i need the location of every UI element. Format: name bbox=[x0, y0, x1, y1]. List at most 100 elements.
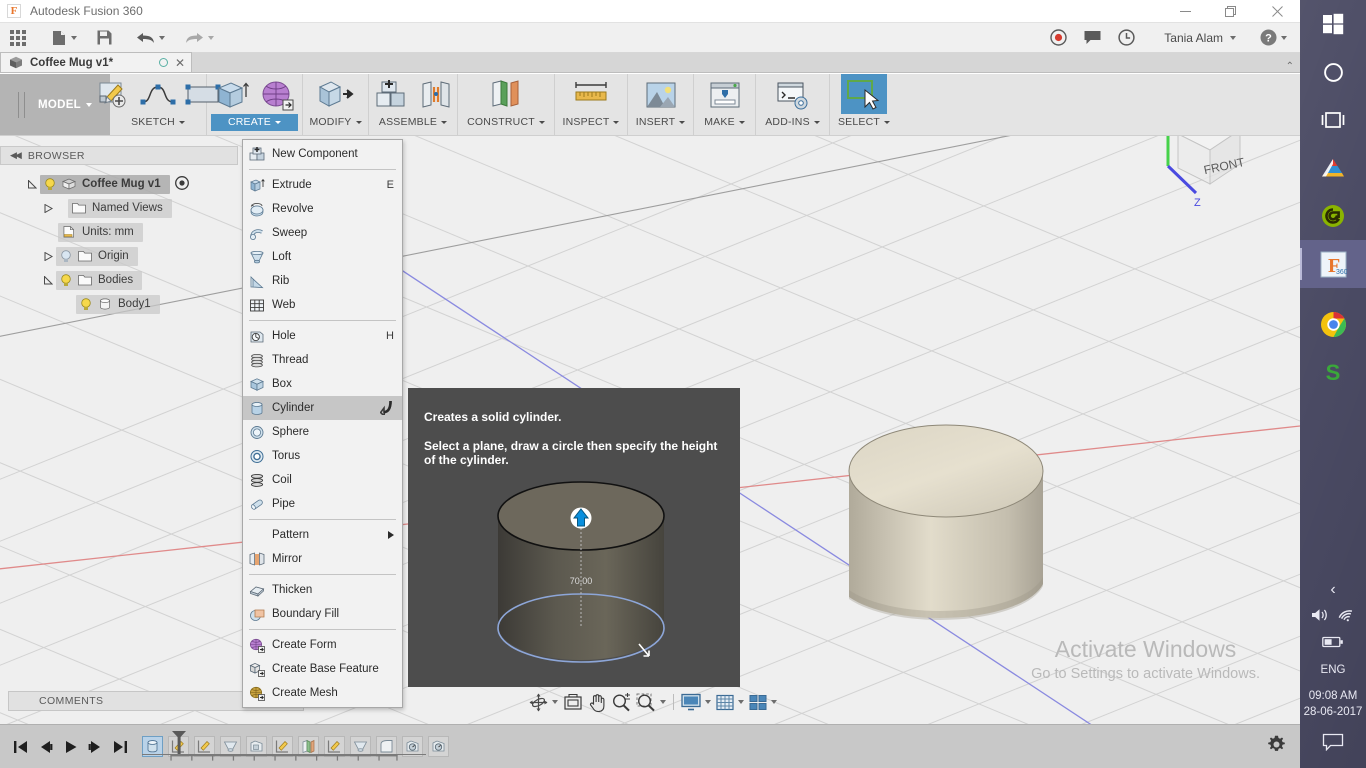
ribbon-panel-label-sketch[interactable]: SKETCH bbox=[114, 114, 202, 131]
action-center-row[interactable] bbox=[1300, 733, 1366, 756]
expander-expanded-icon[interactable] bbox=[26, 179, 38, 189]
new-file-button[interactable] bbox=[45, 23, 84, 53]
view-cube[interactable]: Y Z TOP FRONT bbox=[1140, 136, 1260, 209]
menu-item-hole[interactable]: Hole H bbox=[243, 324, 402, 348]
grid-snaps-button[interactable] bbox=[714, 690, 746, 714]
menu-item-sphere[interactable]: Sphere bbox=[243, 420, 402, 444]
ribbon-panel-label-inspect[interactable]: INSPECT bbox=[559, 114, 623, 131]
save-button[interactable] bbox=[90, 23, 119, 53]
help-menu-button[interactable]: ? bbox=[1253, 23, 1294, 53]
chrome-app-button[interactable] bbox=[1300, 300, 1366, 348]
expander-expanded-icon[interactable] bbox=[42, 275, 54, 285]
menu-item-web[interactable]: Web bbox=[243, 293, 402, 317]
autodesk-app-button[interactable] bbox=[1300, 144, 1366, 192]
fusion360-app-button[interactable]: F 360 bbox=[1300, 240, 1366, 288]
menu-item-thread[interactable]: Thread bbox=[243, 348, 402, 372]
user-account-menu[interactable]: Tania Alam bbox=[1154, 23, 1243, 53]
look-at-button[interactable] bbox=[561, 690, 585, 714]
ribbon-panel-label-addins[interactable]: ADD-INS bbox=[760, 114, 825, 131]
menu-item-loft[interactable]: Loft bbox=[243, 245, 402, 269]
menu-item-boundary-fill[interactable]: Boundary Fill bbox=[243, 602, 402, 626]
ribbon-panel-label-modify[interactable]: MODIFY bbox=[307, 114, 364, 131]
activate-component-icon[interactable] bbox=[174, 175, 189, 193]
press-pull-button[interactable] bbox=[315, 76, 357, 114]
menu-item-create-base-feature[interactable]: Create Base Feature bbox=[243, 657, 402, 681]
wifi-icon[interactable] bbox=[1337, 607, 1356, 628]
tree-node-body1[interactable]: Body1 bbox=[0, 292, 240, 316]
undo-button[interactable] bbox=[129, 23, 172, 53]
clock-date[interactable]: 28-06-2017 bbox=[1300, 704, 1366, 720]
grammarly-app-button[interactable] bbox=[1300, 192, 1366, 240]
menu-item-box[interactable]: Box bbox=[243, 372, 402, 396]
history-button[interactable] bbox=[1110, 23, 1142, 53]
visibility-bulb-icon[interactable] bbox=[80, 297, 92, 311]
new-component-button[interactable] bbox=[370, 76, 412, 114]
menu-item-extrude[interactable]: Extrude E bbox=[243, 173, 402, 197]
viewports-button[interactable] bbox=[747, 690, 779, 714]
menu-item-thicken[interactable]: Thicken bbox=[243, 578, 402, 602]
expander-collapsed-icon[interactable] bbox=[42, 203, 54, 213]
menu-item-create-mesh[interactable]: Create Mesh bbox=[243, 681, 402, 705]
create-form-button[interactable] bbox=[256, 76, 298, 114]
timeline-feature-revolve[interactable] bbox=[428, 736, 449, 757]
skype-app-button[interactable]: S bbox=[1300, 348, 1366, 396]
ribbon-panel-label-select[interactable]: SELECT bbox=[834, 114, 894, 131]
play-button[interactable] bbox=[58, 725, 83, 768]
ribbon-panel-label-create[interactable]: CREATE bbox=[211, 114, 298, 131]
comments-button[interactable] bbox=[1076, 23, 1108, 53]
language-indicator[interactable]: ENG bbox=[1300, 662, 1366, 678]
tree-node-named-views[interactable]: Named Views bbox=[0, 196, 240, 220]
step-forward-button[interactable] bbox=[83, 725, 108, 768]
timeline-settings-button[interactable] bbox=[1267, 735, 1286, 759]
ribbon-panel-label-insert[interactable]: INSERT bbox=[632, 114, 689, 131]
tree-node-units[interactable]: Units: mm bbox=[0, 220, 240, 244]
create-sketch-button[interactable] bbox=[92, 76, 134, 114]
menu-item-create-form[interactable]: Create Form bbox=[243, 633, 402, 657]
zoom-button[interactable] bbox=[609, 690, 633, 714]
step-back-button[interactable] bbox=[33, 725, 58, 768]
maximize-button[interactable] bbox=[1208, 0, 1254, 23]
notifications-icon[interactable] bbox=[1322, 733, 1344, 756]
menu-item-new-component[interactable]: New Component bbox=[243, 142, 402, 166]
collapse-ribbon-icon[interactable]: ⌃ bbox=[1286, 61, 1300, 72]
display-settings-button[interactable] bbox=[679, 690, 713, 714]
close-tab-icon[interactable]: ✕ bbox=[175, 57, 185, 69]
speaker-icon[interactable] bbox=[1311, 607, 1330, 628]
ribbon-panel-label-assemble[interactable]: ASSEMBLE bbox=[373, 114, 453, 131]
cortana-search-button[interactable] bbox=[1300, 48, 1366, 96]
minimize-button[interactable] bbox=[1162, 0, 1208, 23]
joint-button[interactable] bbox=[415, 76, 457, 114]
visibility-bulb-icon[interactable] bbox=[60, 273, 72, 287]
measure-button[interactable] bbox=[570, 76, 612, 114]
collapse-browser-icon[interactable]: ◀◀ bbox=[10, 150, 22, 161]
scripts-addins-button[interactable] bbox=[772, 76, 814, 114]
zoom-window-button[interactable] bbox=[634, 690, 668, 714]
menu-item-rib[interactable]: Rib bbox=[243, 269, 402, 293]
app-grid-button[interactable] bbox=[0, 23, 33, 53]
menu-item-coil[interactable]: Coil bbox=[243, 468, 402, 492]
select-button[interactable] bbox=[841, 74, 887, 114]
tray-expand-row[interactable]: ‹ bbox=[1300, 582, 1366, 598]
3d-print-button[interactable] bbox=[704, 76, 746, 114]
create-dropdown-menu[interactable]: New Component Extrude E Revolve Sweep Lo… bbox=[242, 139, 403, 708]
offset-plane-button[interactable] bbox=[485, 76, 527, 114]
menu-item-revolve[interactable]: Revolve bbox=[243, 197, 402, 221]
show-hidden-icons-icon[interactable]: ‹ bbox=[1330, 582, 1335, 598]
insert-button[interactable] bbox=[640, 76, 682, 114]
redo-button[interactable] bbox=[178, 23, 221, 53]
menu-item-sweep[interactable]: Sweep bbox=[243, 221, 402, 245]
cylinder-body-model[interactable] bbox=[833, 414, 1057, 664]
pan-button[interactable] bbox=[586, 690, 608, 714]
extrude-button[interactable] bbox=[211, 76, 253, 114]
record-button[interactable] bbox=[1042, 23, 1074, 53]
ribbon-panel-label-make[interactable]: MAKE bbox=[698, 114, 751, 131]
document-tab-coffee-mug[interactable]: Coffee Mug v1* ✕ bbox=[0, 52, 192, 72]
expander-collapsed-icon[interactable] bbox=[42, 251, 54, 261]
task-view-button[interactable] bbox=[1300, 96, 1366, 144]
tree-node-coffee-mug[interactable]: Coffee Mug v1 bbox=[0, 172, 240, 196]
menu-item-cylinder[interactable]: Cylinder bbox=[243, 396, 402, 420]
menu-item-mirror[interactable]: Mirror bbox=[243, 547, 402, 571]
battery-icon[interactable] bbox=[1322, 635, 1344, 653]
jump-to-beginning-button[interactable] bbox=[8, 725, 33, 768]
windows-start-button[interactable] bbox=[1300, 0, 1366, 48]
